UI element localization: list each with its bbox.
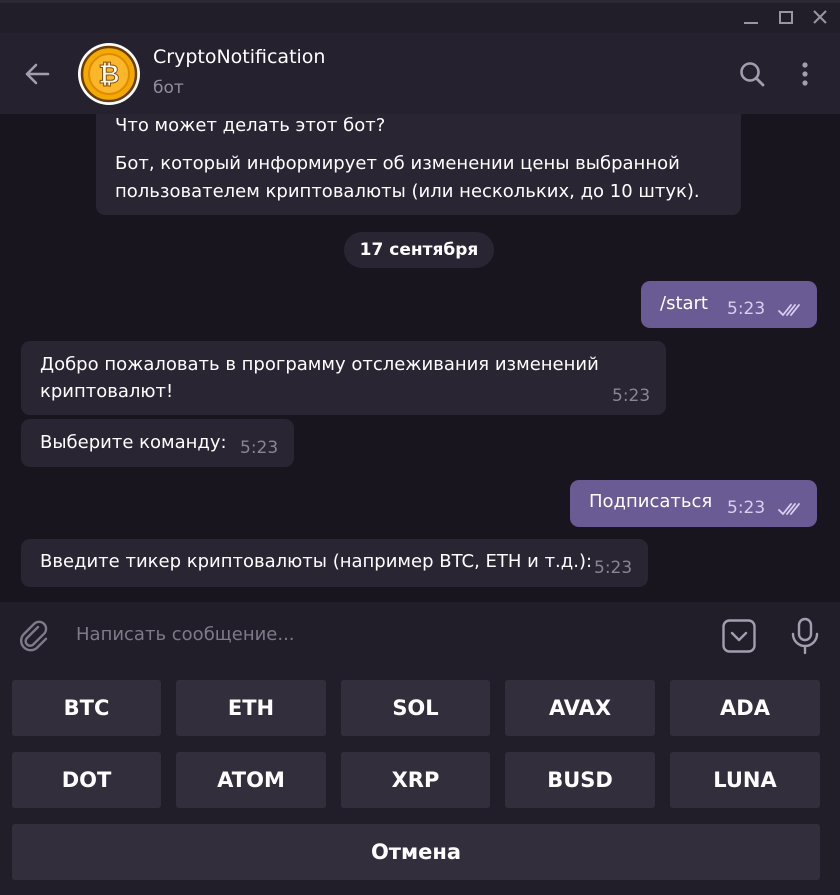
message-text-line: Добро пожаловать в программу отслеживани… xyxy=(40,354,599,375)
key-btc[interactable]: BTC xyxy=(12,680,161,736)
message-incoming[interactable]: Введите тикер криптовалюты (например BTC… xyxy=(21,539,648,587)
maximize-icon[interactable] xyxy=(774,6,798,28)
message-text: Введите тикер криптовалюты (например BTC… xyxy=(40,551,593,572)
paperclip-icon[interactable] xyxy=(16,618,52,654)
chat-header: ₿ CryptoNotification бот xyxy=(0,33,840,114)
tab-strip-remnant xyxy=(0,0,840,3)
keyboard-toggle-icon[interactable] xyxy=(721,618,757,654)
bot-info-title: Что может делать этот бот? xyxy=(115,115,386,136)
message-incoming[interactable]: Добро пожаловать в программу отслеживани… xyxy=(21,341,666,415)
message-incoming[interactable]: Выберите команду: 5:23 xyxy=(21,419,294,467)
key-ada[interactable]: ADA xyxy=(670,680,820,736)
key-sol[interactable]: SOL xyxy=(341,680,490,736)
arrow-left-icon[interactable] xyxy=(20,57,54,91)
bitcoin-coin-icon[interactable]: ₿ xyxy=(78,43,140,105)
minimize-icon[interactable] xyxy=(739,6,763,28)
bot-info-description: Бот, который информирует об изменении це… xyxy=(115,153,700,202)
key-atom[interactable]: ATOM xyxy=(176,752,326,808)
bot-reply-keyboard: BTC ETH SOL AVAX ADA DOT ATOM XRP BUSD L… xyxy=(0,670,840,895)
microphone-icon[interactable] xyxy=(788,616,822,656)
bot-info-card: Что может делать этот бот? Бот, который … xyxy=(96,114,741,215)
message-time: 5:23 xyxy=(727,498,766,518)
cancel-button[interactable]: Отмена xyxy=(12,824,820,880)
message-time: 5:23 xyxy=(240,438,279,458)
key-luna[interactable]: LUNA xyxy=(670,752,820,808)
more-vertical-icon[interactable] xyxy=(790,59,820,89)
message-time: 5:23 xyxy=(727,299,766,319)
chat-subtitle: бот xyxy=(153,78,184,98)
date-separator: 17 сентября xyxy=(344,232,494,268)
key-avax[interactable]: AVAX xyxy=(505,680,655,736)
message-text: Выберите команду: xyxy=(40,432,227,453)
message-time: 5:23 xyxy=(612,386,651,406)
double-check-icon xyxy=(778,503,800,515)
close-icon[interactable] xyxy=(808,6,832,28)
key-xrp[interactable]: XRP xyxy=(341,752,490,808)
message-list[interactable]: Что может делать этот бот? Бот, который … xyxy=(0,114,840,602)
message-text: /start xyxy=(660,293,708,314)
message-input[interactable]: Написать сообщение... xyxy=(76,624,295,645)
message-outgoing[interactable]: Подписаться 5:23 xyxy=(570,480,817,527)
chat-title[interactable]: CryptoNotification xyxy=(153,46,325,68)
message-outgoing[interactable]: /start 5:23 xyxy=(641,281,817,328)
message-time: 5:23 xyxy=(594,558,633,578)
double-check-icon xyxy=(778,304,800,316)
search-icon[interactable] xyxy=(737,59,767,89)
window-titlebar xyxy=(0,0,840,33)
svg-text:₿: ₿ xyxy=(98,60,119,90)
message-text: Подписаться xyxy=(589,491,713,512)
key-busd[interactable]: BUSD xyxy=(505,752,655,808)
message-text-line: криптовалют! xyxy=(40,381,174,402)
message-composer: Написать сообщение... xyxy=(0,602,840,670)
key-eth[interactable]: ETH xyxy=(176,680,326,736)
key-dot[interactable]: DOT xyxy=(12,752,161,808)
